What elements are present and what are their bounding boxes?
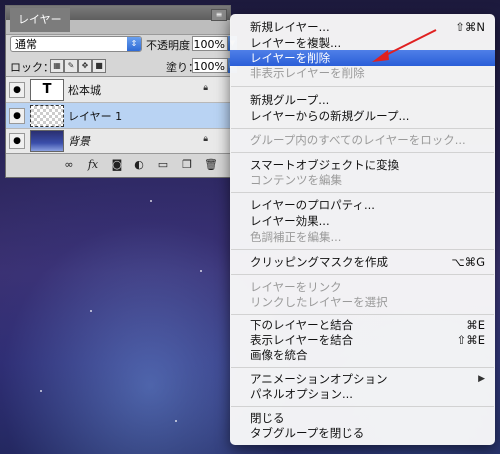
annotation-arrow-icon — [372, 29, 437, 62]
